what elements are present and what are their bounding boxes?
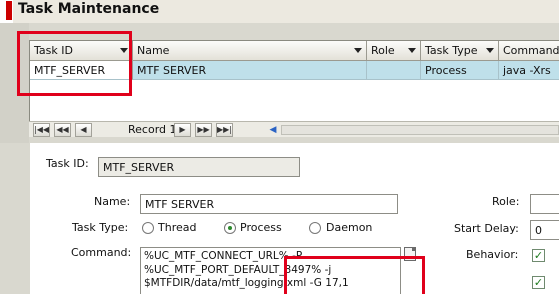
command-label: Command: [71,246,132,259]
column-header-command[interactable]: Command [499,41,559,61]
start-delay-label: Start Delay: [454,222,519,235]
column-header-label: Name [137,44,170,57]
table-cell[interactable] [367,61,421,80]
radio-process[interactable] [224,222,236,234]
annotation-box-command [284,256,425,294]
previous-record-button[interactable]: ◀ [75,123,92,137]
title-accent [0,0,13,23]
name-field[interactable]: MTF SERVER [140,194,398,214]
last-record-button[interactable]: ▶▶| [216,123,233,137]
previous-page-button[interactable]: ◀◀ [54,123,71,137]
radio-process-label[interactable]: Process [240,221,282,234]
column-header-role[interactable]: Role [367,41,421,61]
column-header-label: Command [503,44,559,57]
table-cell[interactable]: MTF SERVER [133,61,367,80]
column-header-label: Task Type [425,44,478,57]
behavior-checkbox-1[interactable]: ✓ [532,249,545,262]
task-id-field[interactable]: MTF_SERVER [98,157,300,177]
record-navigator: |◀◀ ◀◀ ◀ Record 1 of 1 ▶ ▶▶ ▶▶| ◀ [29,121,559,137]
annotation-box-task-id [17,31,132,96]
task-id-label: Task ID: [46,157,89,170]
next-record-button[interactable]: ▶ [174,123,191,137]
horizontal-scrollbar[interactable] [281,125,559,135]
page-title: Task Maintenance [18,1,160,17]
behavior-label: Behavior: [466,248,519,261]
chevron-down-icon[interactable] [408,48,416,53]
scroll-left-icon[interactable]: ◀ [267,124,279,136]
radio-daemon[interactable] [309,222,321,234]
column-header-name[interactable]: Name [133,41,367,61]
table-cell[interactable]: Process [421,61,499,80]
radio-thread-label[interactable]: Thread [158,221,196,234]
behavior-checkbox-2[interactable]: ✓ [532,276,545,289]
start-delay-field[interactable]: 0 [530,220,559,240]
task-type-label: Task Type: [72,221,129,234]
first-record-button[interactable]: |◀◀ [33,123,50,137]
role-field[interactable] [530,194,559,214]
column-header-task-type[interactable]: Task Type [421,41,499,61]
chevron-down-icon[interactable] [354,48,362,53]
column-header-label: Role [371,44,395,57]
next-page-button[interactable]: ▶▶ [195,123,212,137]
table-cell[interactable]: java -Xrs [499,61,559,80]
radio-thread[interactable] [142,222,154,234]
chevron-down-icon[interactable] [486,48,494,53]
role-label: Role: [492,195,520,208]
name-label: Name: [94,195,131,208]
radio-daemon-label[interactable]: Daemon [326,221,372,234]
